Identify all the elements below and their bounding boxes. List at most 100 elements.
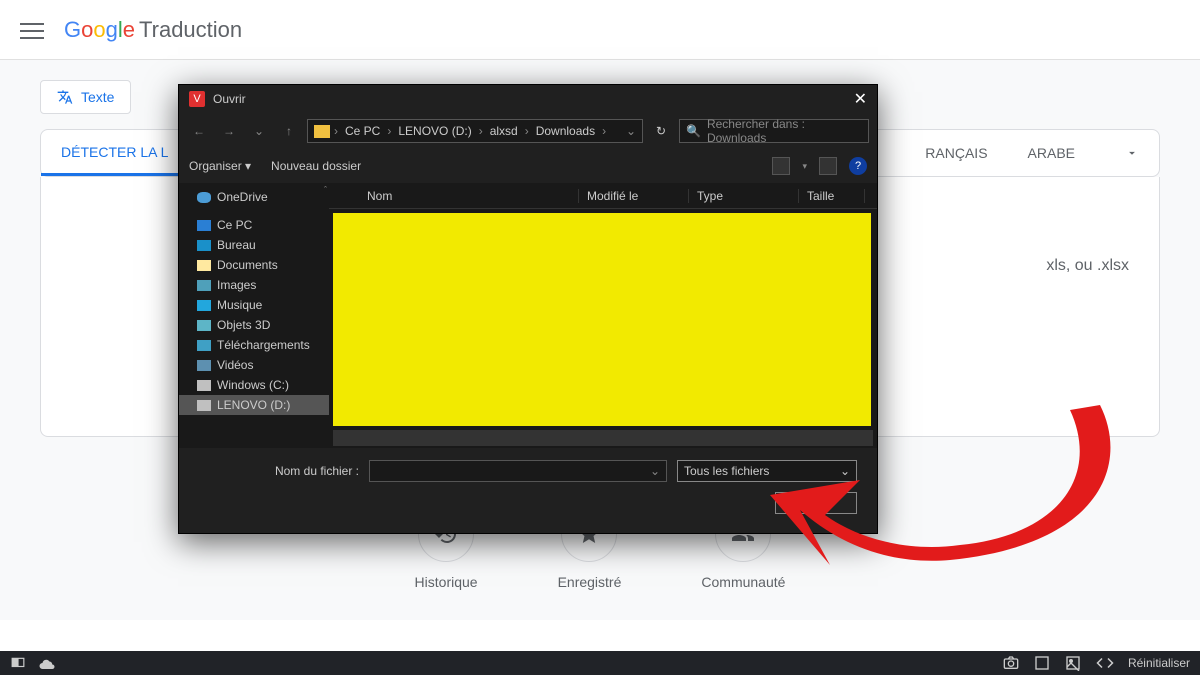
col-type[interactable]: Type — [689, 189, 799, 203]
chevron-down-icon: ⌄ — [840, 464, 850, 478]
recent-button[interactable]: ⌄ — [247, 124, 271, 138]
menu-icon[interactable] — [20, 18, 44, 42]
sidebar-cepc[interactable]: Ce PC — [179, 215, 329, 235]
app-icon: V — [189, 91, 205, 107]
dialog-title: Ouvrir — [213, 92, 246, 106]
chevron-down-icon — [1125, 146, 1139, 160]
view-mode-button[interactable] — [772, 157, 790, 175]
file-list-redacted — [333, 213, 871, 426]
window-icon[interactable] — [1034, 655, 1050, 671]
reset-button[interactable]: Réinitialiser — [1128, 656, 1190, 670]
sidebar-label: Musique — [217, 298, 262, 312]
open-button[interactable]: Ouvrir — [775, 492, 857, 514]
scroll-up-icon[interactable]: ˆ — [324, 185, 327, 195]
dialog-footer: Nom du fichier : ⌄ Tous les fichiers ⌄ O… — [179, 448, 877, 524]
breadcrumb-part[interactable]: LENOVO (D:) — [395, 124, 474, 138]
sidebar-windowsc[interactable]: Windows (C:) — [179, 375, 329, 395]
music-icon — [197, 300, 211, 311]
breadcrumb-part[interactable]: Downloads — [533, 124, 598, 138]
dialog-toolbar: Organiser ▾ Nouveau dossier ▾ ? — [179, 149, 877, 183]
dialog-titlebar: V Ouvrir ✕ — [179, 85, 877, 113]
sidebar-videos[interactable]: Vidéos — [179, 355, 329, 375]
close-button[interactable]: ✕ — [854, 89, 867, 109]
column-headers: Nom Modifié le Type Taille — [329, 183, 877, 209]
downloads-icon — [197, 340, 211, 351]
texte-button[interactable]: Texte — [40, 80, 131, 114]
app-name: Traduction — [139, 17, 242, 43]
view-dropdown[interactable]: ▾ — [802, 161, 807, 172]
new-folder-button[interactable]: Nouveau dossier — [271, 159, 361, 173]
back-button[interactable]: ← — [187, 124, 211, 138]
tab-detect[interactable]: DÉTECTER LA L — [41, 130, 188, 176]
sidebar-lenovod[interactable]: LENOVO (D:) — [179, 395, 329, 415]
desktop-icon[interactable] — [10, 656, 26, 670]
lang-dropdown[interactable] — [1105, 130, 1159, 176]
code-icon[interactable] — [1096, 656, 1114, 670]
filetype-select[interactable]: Tous les fichiers ⌄ — [677, 460, 857, 482]
sidebar-telechargements[interactable]: Téléchargements — [179, 335, 329, 355]
sidebar-musique[interactable]: Musique — [179, 295, 329, 315]
breadcrumb[interactable]: › Ce PC› LENOVO (D:)› alxsd› Downloads› … — [307, 119, 643, 143]
taskbar: Réinitialiser — [0, 651, 1200, 675]
file-hint: xls, ou .xlsx — [1046, 257, 1129, 275]
texte-label: Texte — [81, 89, 114, 105]
pc-icon — [197, 220, 211, 231]
sidebar-onedrive[interactable]: OneDrive — [179, 187, 329, 207]
disk-icon — [197, 380, 211, 391]
historique-label: Historique — [415, 574, 478, 590]
organiser-label: Organiser — [189, 159, 242, 173]
breadcrumb-part[interactable]: Ce PC — [342, 124, 383, 138]
objects3d-icon — [197, 320, 211, 331]
videos-icon — [197, 360, 211, 371]
preview-pane-button[interactable] — [819, 157, 837, 175]
google-logo: Google — [64, 17, 135, 43]
file-pane: Nom Modifié le Type Taille — [329, 183, 877, 448]
help-button[interactable]: ? — [849, 157, 867, 175]
folder-icon — [314, 125, 330, 138]
cloud-icon[interactable] — [38, 656, 56, 670]
up-button[interactable]: ↑ — [277, 124, 301, 138]
search-input[interactable]: 🔍 Rechercher dans : Downloads — [679, 119, 869, 143]
filename-input[interactable]: ⌄ — [369, 460, 667, 482]
communaute-label: Communauté — [701, 574, 785, 590]
sidebar-label: Ce PC — [217, 218, 252, 232]
tab-francais-label: RANÇAIS — [925, 145, 987, 161]
sidebar-bureau[interactable]: Bureau — [179, 235, 329, 255]
sidebar-label: Images — [217, 278, 256, 292]
sidebar-label: Documents — [217, 258, 278, 272]
sidebar-documents[interactable]: Documents — [179, 255, 329, 275]
horizontal-scrollbar[interactable] — [333, 430, 873, 446]
translate-icon — [57, 89, 73, 105]
sidebar-objets3d[interactable]: Objets 3D — [179, 315, 329, 335]
breadcrumb-chevron[interactable]: ⌄ — [626, 124, 636, 138]
desktop-icon — [197, 240, 211, 251]
breadcrumb-part[interactable]: alxsd — [487, 124, 521, 138]
tab-arabe-label: ARABE — [1028, 145, 1075, 161]
refresh-button[interactable]: ↻ — [649, 124, 673, 138]
tab-francais[interactable]: RANÇAIS — [905, 130, 1007, 176]
nav-bar: ← → ⌄ ↑ › Ce PC› LENOVO (D:)› alxsd› Dow… — [179, 113, 877, 149]
col-nom[interactable]: Nom — [359, 189, 579, 203]
forward-button[interactable]: → — [217, 124, 241, 138]
tab-detect-label: DÉTECTER LA L — [61, 144, 168, 160]
tab-arabe[interactable]: ARABE — [1008, 130, 1095, 176]
sidebar-label: OneDrive — [217, 190, 268, 204]
image-icon[interactable] — [1064, 655, 1082, 671]
open-label: Ouvrir — [800, 496, 833, 510]
search-placeholder: Rechercher dans : Downloads — [707, 117, 862, 145]
organiser-button[interactable]: Organiser ▾ — [189, 159, 251, 173]
sidebar-label: Objets 3D — [217, 318, 270, 332]
col-taille[interactable]: Taille — [799, 189, 865, 203]
disk-icon — [197, 400, 211, 411]
filetype-value: Tous les fichiers — [684, 464, 769, 478]
camera-icon[interactable] — [1002, 655, 1020, 671]
sidebar-label: LENOVO (D:) — [217, 398, 290, 412]
app-header: Google Traduction — [0, 0, 1200, 60]
sidebar-images[interactable]: Images — [179, 275, 329, 295]
sidebar-label: Vidéos — [217, 358, 253, 372]
sidebar-label: Bureau — [217, 238, 256, 252]
sidebar-label: Windows (C:) — [217, 378, 289, 392]
col-modifie[interactable]: Modifié le — [579, 189, 689, 203]
dialog-body: ˆ OneDrive Ce PC Bureau Documents Images… — [179, 183, 877, 448]
enregistre-label: Enregistré — [558, 574, 622, 590]
